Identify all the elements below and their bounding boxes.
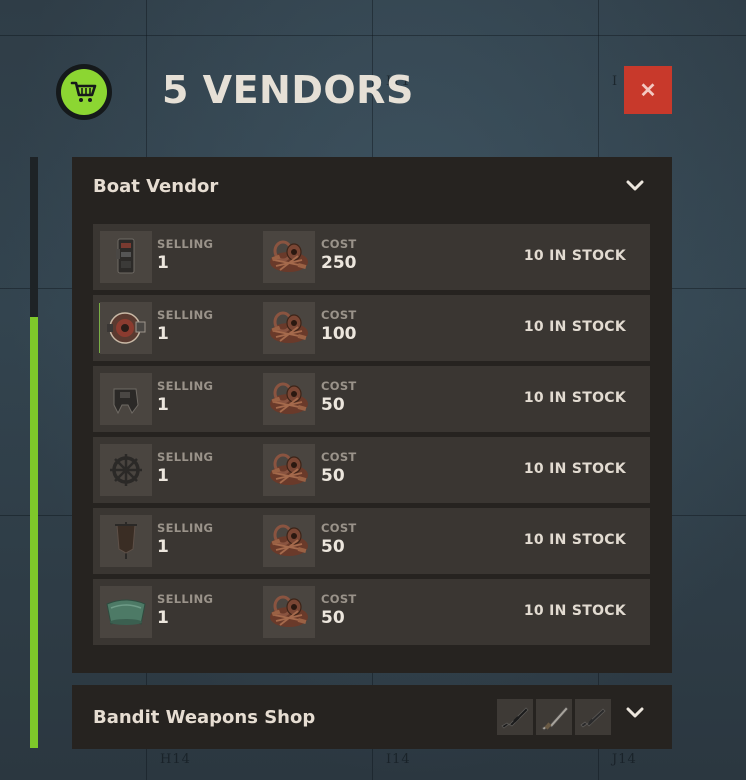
steering-wheel-icon[interactable] bbox=[100, 444, 152, 496]
map-grid-line bbox=[0, 35, 746, 36]
listing-row[interactable]: SELLING 1 COST 50 10 IN STOCK bbox=[93, 437, 650, 503]
close-button[interactable]: ✕ bbox=[624, 66, 672, 114]
stock-count: 10 IN STOCK bbox=[523, 319, 626, 335]
boat-engine-icon[interactable] bbox=[100, 302, 152, 354]
selling-label: SELLING bbox=[157, 450, 214, 464]
map-grid-label: J14 bbox=[612, 752, 637, 767]
cost-qty: 50 bbox=[321, 608, 345, 628]
listing-row[interactable]: SELLING 1 COST 100 10 IN STOCK bbox=[93, 295, 650, 361]
selling-qty: 1 bbox=[157, 466, 169, 486]
scrap-icon bbox=[263, 302, 315, 354]
cost-qty: 50 bbox=[321, 466, 345, 486]
scrap-icon bbox=[263, 231, 315, 283]
cost-qty: 250 bbox=[321, 253, 357, 273]
listing-row[interactable]: SELLING 1 COST 50 10 IN STOCK bbox=[93, 366, 650, 432]
vendor-panel-boat: Boat Vendor SELLING 1 COST 250 10 IN STOCK SE… bbox=[72, 157, 672, 673]
stock-count: 10 IN STOCK bbox=[523, 603, 626, 619]
map-grid-label: H14 bbox=[160, 752, 191, 767]
stock-count: 10 IN STOCK bbox=[523, 461, 626, 477]
scrap-icon bbox=[263, 586, 315, 638]
selling-label: SELLING bbox=[157, 521, 214, 535]
selling-qty: 1 bbox=[157, 537, 169, 557]
map-grid-label: I14 bbox=[386, 752, 411, 767]
boat-storage-icon[interactable] bbox=[100, 231, 152, 283]
selling-label: SELLING bbox=[157, 379, 214, 393]
map-grid-label: I bbox=[612, 74, 619, 89]
smg-icon bbox=[575, 699, 611, 735]
cost-label: COST bbox=[321, 237, 357, 251]
stock-count: 10 IN STOCK bbox=[523, 390, 626, 406]
vendor-header[interactable]: Boat Vendor bbox=[72, 157, 672, 215]
cost-qty: 100 bbox=[321, 324, 357, 344]
preview-icons bbox=[497, 699, 611, 735]
stock-count: 10 IN STOCK bbox=[523, 248, 626, 264]
vendor-badge bbox=[56, 64, 112, 120]
scrap-icon bbox=[263, 373, 315, 425]
selling-qty: 1 bbox=[157, 608, 169, 628]
tarp-icon[interactable] bbox=[100, 586, 152, 638]
selling-label: SELLING bbox=[157, 592, 214, 606]
listing-row[interactable]: SELLING 1 COST 50 10 IN STOCK bbox=[93, 579, 650, 645]
cost-qty: 50 bbox=[321, 395, 345, 415]
cost-label: COST bbox=[321, 592, 357, 606]
page-title: 5 VENDORS bbox=[162, 68, 414, 112]
boat-part-icon[interactable] bbox=[100, 373, 152, 425]
cost-label: COST bbox=[321, 521, 357, 535]
cost-label: COST bbox=[321, 379, 357, 393]
selling-qty: 1 bbox=[157, 324, 169, 344]
chevron-down-icon[interactable] bbox=[626, 180, 644, 192]
cost-qty: 50 bbox=[321, 537, 345, 557]
rifle-icon bbox=[497, 699, 533, 735]
chevron-down-icon[interactable] bbox=[626, 707, 644, 719]
vendor-panel-bandit: Bandit Weapons Shop bbox=[72, 685, 672, 749]
selling-qty: 1 bbox=[157, 395, 169, 415]
shotgun-icon bbox=[536, 699, 572, 735]
sail-icon[interactable] bbox=[100, 515, 152, 567]
selling-label: SELLING bbox=[157, 308, 214, 322]
vendor-name: Boat Vendor bbox=[93, 175, 219, 197]
selling-qty: 1 bbox=[157, 253, 169, 273]
scrollbar-thumb[interactable] bbox=[30, 317, 38, 748]
cost-label: COST bbox=[321, 450, 357, 464]
close-icon: ✕ bbox=[639, 79, 657, 102]
listing-row[interactable]: SELLING 1 COST 250 10 IN STOCK bbox=[93, 224, 650, 290]
selling-label: SELLING bbox=[157, 237, 214, 251]
cost-label: COST bbox=[321, 308, 357, 322]
shopping-cart-icon bbox=[61, 69, 107, 115]
scrap-icon bbox=[263, 444, 315, 496]
vendor-name: Bandit Weapons Shop bbox=[93, 706, 316, 728]
listing-row[interactable]: SELLING 1 COST 50 10 IN STOCK bbox=[93, 508, 650, 574]
scrap-icon bbox=[263, 515, 315, 567]
stock-count: 10 IN STOCK bbox=[523, 532, 626, 548]
listing-list: SELLING 1 COST 250 10 IN STOCK SELLING 1 COST 10… bbox=[93, 224, 650, 650]
